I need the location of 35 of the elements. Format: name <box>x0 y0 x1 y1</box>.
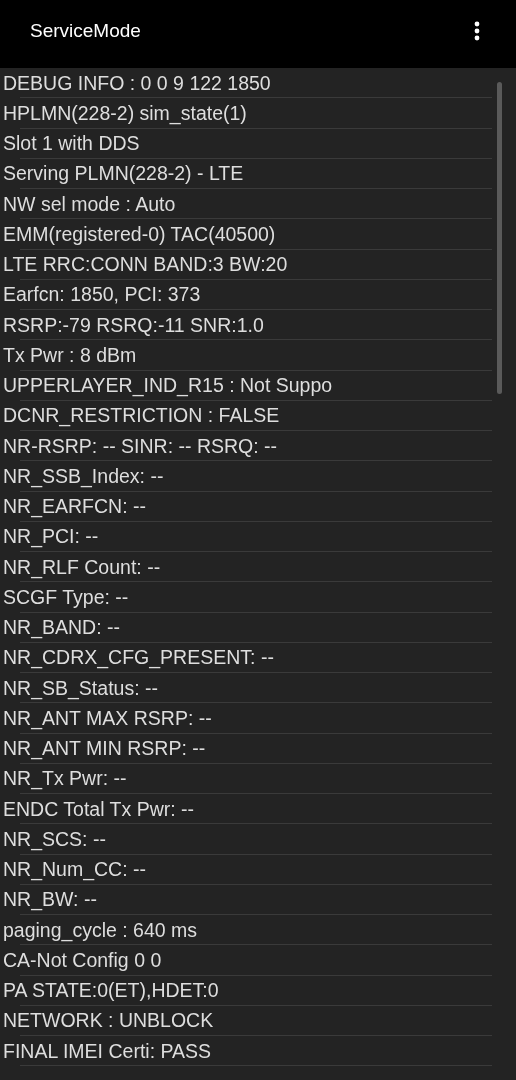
info-line: Slot 1 with DDS <box>3 132 140 156</box>
info-line: NR_CDRX_CFG_PRESENT: -- <box>3 646 274 670</box>
info-line: LTE RRC:CONN BAND:3 BW:20 <box>3 253 288 277</box>
info-line: DCNR_RESTRICTION : FALSE <box>3 404 280 428</box>
info-line: NR_PCI: -- <box>3 525 99 549</box>
info-line: NR_SCS: -- <box>3 827 106 851</box>
info-line: NR_SB_Status: -- <box>3 676 158 700</box>
info-line: NETWORK : UNBLOCK <box>3 1009 214 1033</box>
info-line: DEBUG INFO : 0 0 9 122 1850 <box>3 71 271 95</box>
info-line: UPPERLAYER_IND_R15 : Not Suppo <box>3 374 333 398</box>
info-line: CA-Not Config 0 0 <box>3 948 162 972</box>
info-line: ENDC Total Tx Pwr: -- <box>3 797 195 821</box>
info-line: SCGF Type: -- <box>3 585 129 609</box>
info-line: NW sel mode : Auto <box>3 192 176 216</box>
info-line: NR_EARFCN: -- <box>3 495 146 519</box>
info-line: NR-RSRP: -- SINR: -- RSRQ: -- <box>3 434 278 458</box>
info-line: Earfcn: 1850, PCI: 373 <box>3 283 201 307</box>
info-line: PA STATE:0(ET),HDET:0 <box>3 979 219 1003</box>
info-line: NR_BAND: -- <box>3 616 120 640</box>
info-line: EMM(registered-0) TAC(40500) <box>3 222 276 246</box>
info-line: NR_Num_CC: -- <box>3 858 146 882</box>
info-line: NR_SSB_Index: -- <box>3 464 164 488</box>
info-line: HPLMN(228-2) sim_state(1) <box>3 101 247 125</box>
info-line: Tx Pwr : 8 dBm <box>3 343 137 367</box>
info-line: paging_cycle : 640 ms <box>3 918 198 942</box>
info-line: NR_RLF Count: -- <box>3 555 161 579</box>
info-line: NR_Tx Pwr: -- <box>3 767 127 791</box>
info-line: NR_ANT MIN RSRP: -- <box>3 737 206 761</box>
info-line: NR_ANT MAX RSRP: -- <box>3 706 212 730</box>
info-line: FINAL IMEI Certi: PASS <box>3 1039 212 1063</box>
info-line: RSRP:-79 RSRQ:-11 SNR:1.0 <box>3 313 264 337</box>
more-options-icon <box>474 21 480 41</box>
app-title: ServiceMode <box>30 20 141 42</box>
info-line: NR_BW: -- <box>3 888 97 912</box>
info-line: Serving PLMN(228-2) - LTE <box>3 162 244 186</box>
